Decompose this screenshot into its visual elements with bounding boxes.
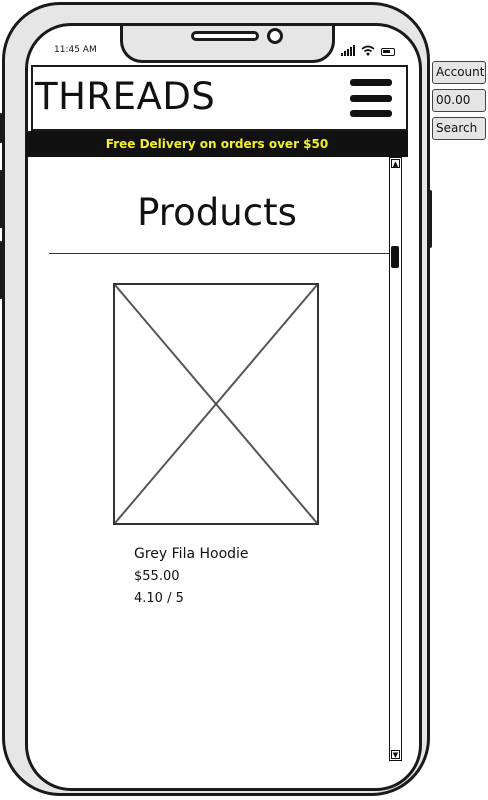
product-name[interactable]: Grey Fila Hoodie	[134, 546, 249, 562]
hamburger-menu-icon[interactable]	[350, 79, 392, 117]
phone-power-button	[428, 190, 432, 248]
title-divider	[49, 253, 389, 254]
main-content: Products Grey Fila Hoodie $55.00 4.10 / …	[26, 157, 389, 757]
cart-total-field[interactable]: 00.00	[432, 89, 486, 112]
status-icons	[341, 45, 395, 56]
product-rating: 4.10 / 5	[134, 591, 184, 606]
phone-notch	[120, 26, 335, 63]
product-price: $55.00	[134, 569, 180, 584]
signal-icon	[341, 45, 355, 56]
search-button[interactable]: Search	[432, 117, 486, 140]
account-button[interactable]: Account	[432, 61, 486, 84]
battery-icon	[381, 48, 395, 56]
scroll-down-arrow-icon[interactable]: ▼	[391, 750, 400, 759]
phone-volume-down-button	[0, 241, 3, 299]
scroll-thumb[interactable]	[391, 246, 399, 268]
wifi-icon	[361, 45, 375, 56]
status-time: 11:45 AM	[54, 45, 97, 55]
phone-side-button	[0, 113, 3, 143]
speaker-icon	[191, 31, 259, 41]
app-header: THREADS	[31, 65, 408, 131]
camera-icon	[267, 28, 283, 44]
phone-volume-up-button	[0, 170, 3, 228]
vertical-scrollbar[interactable]: ▲ ▼	[389, 157, 402, 761]
brand-logo[interactable]: THREADS	[35, 75, 215, 118]
image-placeholder-icon[interactable]	[113, 283, 319, 525]
promo-banner: Free Delivery on orders over $50	[26, 131, 408, 157]
scroll-up-arrow-icon[interactable]: ▲	[391, 159, 400, 168]
page-title: Products	[137, 191, 297, 234]
